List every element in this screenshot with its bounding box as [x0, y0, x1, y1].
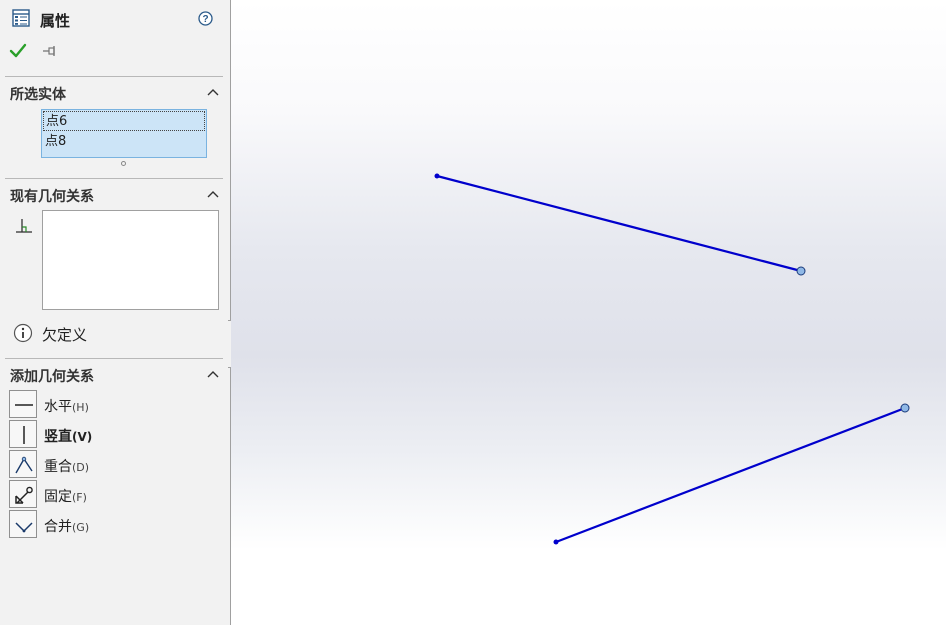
- merge-label: 合并(G): [44, 519, 90, 535]
- merge-icon: [15, 522, 33, 533]
- vertical-label: 竖直(V): [44, 429, 93, 445]
- fix-label: 固定(F): [44, 489, 87, 505]
- definition-status: 欠定义: [42, 326, 88, 344]
- ok-check-icon[interactable]: [9, 43, 27, 59]
- chevron-up-icon[interactable]: [207, 88, 219, 96]
- sketch-canvas[interactable]: [231, 0, 946, 625]
- graphics-area[interactable]: [231, 0, 946, 625]
- list-item[interactable]: 点6: [43, 111, 205, 131]
- pushpin-icon[interactable]: [42, 44, 58, 58]
- section-divider: [5, 178, 223, 179]
- property-manager-panel: 属性 ? 所选实体 点6 点8 现有几何关系 欠定义 添加几何关系 水平(H) …: [0, 0, 231, 625]
- sketch-endpoint[interactable]: [434, 173, 440, 179]
- coincident-icon: [15, 456, 33, 474]
- coincident-label: 重合(D): [44, 459, 90, 475]
- merge-button[interactable]: [9, 510, 37, 538]
- selected-entities-title: 所选实体: [10, 87, 66, 103]
- panel-title: 属性: [40, 12, 71, 30]
- help-icon[interactable]: ?: [198, 11, 213, 26]
- sketch-endpoint[interactable]: [553, 539, 559, 545]
- svg-text:?: ?: [202, 14, 208, 25]
- add-relations-title: 添加几何关系: [10, 369, 94, 385]
- relations-icon: [16, 219, 32, 233]
- chevron-up-icon[interactable]: [207, 370, 219, 378]
- vertical-icon: [23, 426, 25, 444]
- sketch-line[interactable]: [555, 406, 906, 544]
- sketch-line[interactable]: [436, 174, 802, 273]
- fix-button[interactable]: [9, 480, 37, 508]
- vertical-button[interactable]: [9, 420, 37, 448]
- existing-relations-title: 现有几何关系: [10, 189, 94, 205]
- selected-entities-list[interactable]: 点6 点8: [41, 109, 207, 158]
- property-manager-icon: [12, 9, 30, 27]
- fix-icon: [15, 486, 33, 504]
- section-divider: [5, 358, 223, 359]
- coincident-button[interactable]: [9, 450, 37, 478]
- horizontal-label: 水平(H): [44, 399, 89, 415]
- info-icon: [13, 323, 33, 343]
- list-item[interactable]: 点8: [43, 132, 205, 152]
- list-resize-grip[interactable]: [121, 161, 126, 166]
- existing-relations-list[interactable]: [42, 210, 219, 310]
- selected-point-6[interactable]: [796, 266, 806, 276]
- horizontal-button[interactable]: [9, 390, 37, 418]
- chevron-up-icon[interactable]: [207, 190, 219, 198]
- section-divider: [5, 76, 223, 77]
- horizontal-icon: [15, 404, 33, 406]
- selected-point-8[interactable]: [900, 403, 910, 413]
